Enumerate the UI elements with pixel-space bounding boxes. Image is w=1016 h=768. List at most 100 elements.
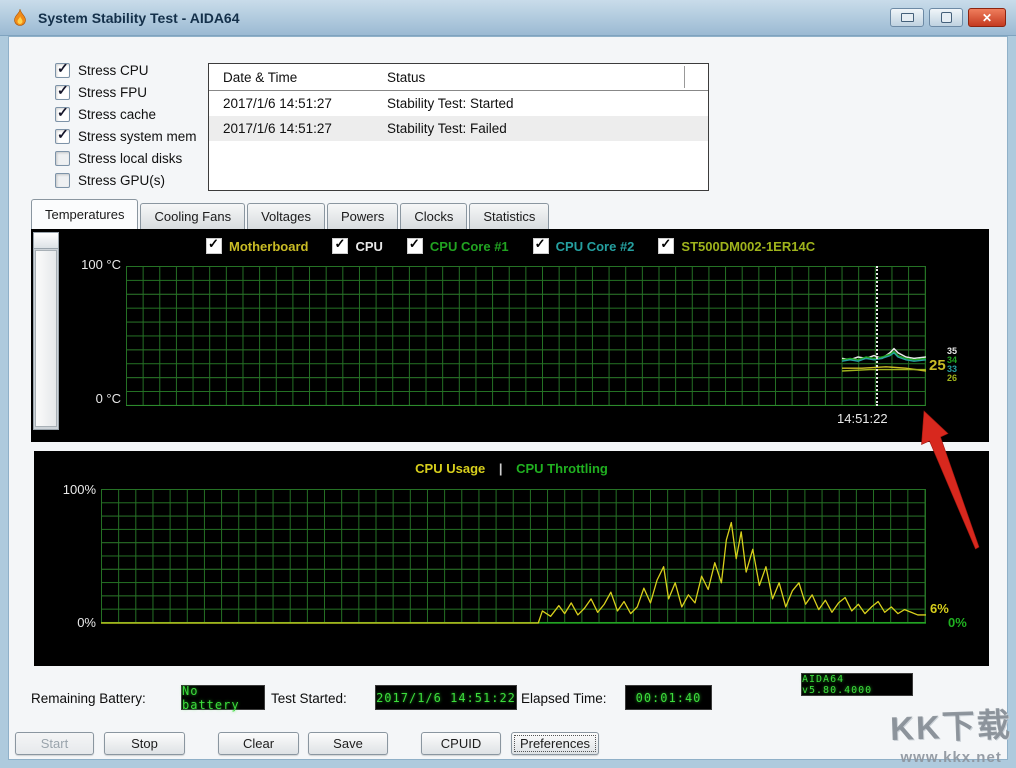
- temperature-legend: Motherboard CPU CPU Core #1 CPU Core #2 …: [206, 238, 815, 254]
- temperature-chart-panel: Motherboard CPU CPU Core #1 CPU Core #2 …: [31, 229, 989, 442]
- checkbox-icon[interactable]: [332, 238, 348, 254]
- cursor-time-label: 14:51:22: [837, 411, 888, 426]
- cpu-usage-series-lines: [101, 489, 926, 623]
- legend-label: CPU Core #1: [430, 239, 509, 254]
- scrollbar-up-button[interactable]: [34, 233, 58, 249]
- checkbox-icon[interactable]: [407, 238, 423, 254]
- restore-icon: [941, 12, 952, 23]
- legend-label: Motherboard: [229, 239, 308, 254]
- action-buttons: Start Stop Clear Save CPUID Preferences: [9, 732, 1009, 758]
- restore-button[interactable]: [929, 8, 963, 27]
- minimize-button[interactable]: [890, 8, 924, 27]
- preferences-button[interactable]: Preferences: [511, 732, 599, 755]
- clear-button[interactable]: Clear: [218, 732, 299, 755]
- cpu-throttling-title: CPU Throttling: [516, 461, 608, 476]
- column-header-status[interactable]: Status: [387, 70, 425, 85]
- y-axis-max-label: 100%: [58, 482, 96, 497]
- log-datetime: 2017/1/6 14:51:27: [209, 96, 387, 111]
- version-lcd: AIDA64 v5.80.4000: [801, 673, 913, 696]
- stress-option-fpu[interactable]: Stress FPU: [55, 81, 215, 103]
- table-row[interactable]: 2017/1/6 14:51:27 Stability Test: Failed: [209, 116, 708, 141]
- test-started-lcd: 2017/1/6 14:51:22: [375, 685, 517, 710]
- stop-button[interactable]: Stop: [104, 732, 185, 755]
- cpu-usage-chart-panel: CPU Usage | CPU Throttling 100% 0% 6% 0%: [34, 451, 989, 666]
- stress-option-label: Stress local disks: [78, 151, 182, 166]
- temperature-series-lines: [126, 266, 926, 406]
- checkbox-icon[interactable]: [658, 238, 674, 254]
- stress-option-local-disks[interactable]: Stress local disks: [55, 147, 215, 169]
- chart-tabs: Temperatures Cooling Fans Voltages Power…: [31, 199, 551, 229]
- tab-clocks[interactable]: Clocks: [400, 203, 467, 229]
- save-button[interactable]: Save: [308, 732, 388, 755]
- tab-powers[interactable]: Powers: [327, 203, 398, 229]
- titlebar[interactable]: System Stability Test - AIDA64 ✕: [0, 0, 1016, 36]
- legend-label: ST500DM002-1ER14C: [681, 239, 815, 254]
- checkbox-icon[interactable]: [55, 173, 70, 188]
- cpuid-button[interactable]: CPUID: [421, 732, 501, 755]
- stress-option-label: Stress CPU: [78, 63, 149, 78]
- tab-voltages[interactable]: Voltages: [247, 203, 325, 229]
- stress-option-label: Stress cache: [78, 107, 156, 122]
- status-bar: Remaining Battery: No battery Test Start…: [9, 681, 1009, 723]
- y-axis-min-label: 0 °C: [65, 391, 121, 406]
- battery-label: Remaining Battery:: [31, 691, 146, 706]
- scrollbar-thumb[interactable]: [35, 250, 57, 427]
- current-value-hdd: 26: [947, 374, 957, 383]
- tab-temperatures[interactable]: Temperatures: [31, 199, 138, 229]
- checkbox-icon[interactable]: [55, 85, 70, 100]
- window-title: System Stability Test - AIDA64: [38, 10, 240, 26]
- cpu-usage-title: CPU Usage: [415, 461, 485, 476]
- current-values-cluster: 35 34 33 26: [947, 347, 957, 383]
- temperature-plot: [126, 266, 926, 406]
- checkbox-icon[interactable]: [533, 238, 549, 254]
- legend-item-hdd[interactable]: ST500DM002-1ER14C: [658, 238, 815, 254]
- test-started-label: Test Started:: [271, 691, 347, 706]
- tab-cooling-fans[interactable]: Cooling Fans: [140, 203, 245, 229]
- log-status: Stability Test: Started: [387, 96, 514, 111]
- close-icon: ✕: [982, 12, 992, 24]
- close-button[interactable]: ✕: [968, 8, 1006, 27]
- stress-option-cache[interactable]: Stress cache: [55, 103, 215, 125]
- column-divider[interactable]: [684, 66, 685, 88]
- y-axis-max-label: 100 °C: [65, 257, 121, 272]
- stress-option-gpu[interactable]: Stress GPU(s): [55, 169, 215, 191]
- vertical-scrollbar[interactable]: [33, 232, 59, 430]
- column-header-datetime[interactable]: Date & Time: [209, 70, 387, 85]
- title-divider: |: [499, 461, 503, 476]
- checkbox-icon[interactable]: [55, 107, 70, 122]
- checkbox-icon[interactable]: [55, 129, 70, 144]
- cpu-chart-title: CPU Usage | CPU Throttling: [34, 461, 989, 476]
- app-window: System Stability Test - AIDA64 ✕ Stress …: [0, 0, 1016, 768]
- checkbox-icon[interactable]: [55, 151, 70, 166]
- current-value-motherboard: 25: [929, 357, 946, 374]
- minimize-icon: [901, 13, 914, 22]
- table-row[interactable]: 2017/1/6 14:51:27 Stability Test: Starte…: [209, 91, 708, 116]
- stress-options-list: Stress CPU Stress FPU Stress cache Stres…: [55, 59, 215, 191]
- legend-item-motherboard[interactable]: Motherboard: [206, 238, 308, 254]
- stress-option-system-mem[interactable]: Stress system mem: [55, 125, 215, 147]
- event-log-header[interactable]: Date & Time Status: [209, 64, 708, 91]
- current-throttling-value: 0%: [948, 615, 967, 630]
- y-axis-min-label: 0%: [58, 615, 96, 630]
- elapsed-time-label: Elapsed Time:: [521, 691, 607, 706]
- stress-option-label: Stress GPU(s): [78, 173, 165, 188]
- stress-option-cpu[interactable]: Stress CPU: [55, 59, 215, 81]
- tab-statistics[interactable]: Statistics: [469, 203, 549, 229]
- legend-item-cpu-core-2[interactable]: CPU Core #2: [533, 238, 635, 254]
- legend-label: CPU Core #2: [556, 239, 635, 254]
- log-datetime: 2017/1/6 14:51:27: [209, 121, 387, 136]
- checkbox-icon[interactable]: [206, 238, 222, 254]
- stress-option-label: Stress FPU: [78, 85, 147, 100]
- stress-option-label: Stress system mem: [78, 129, 197, 144]
- battery-lcd: No battery: [181, 685, 265, 710]
- time-cursor-line: [876, 266, 878, 406]
- legend-item-cpu-core-1[interactable]: CPU Core #1: [407, 238, 509, 254]
- checkbox-icon[interactable]: [55, 63, 70, 78]
- window-controls: ✕: [890, 8, 1006, 27]
- current-cpu-usage-value: 6%: [930, 601, 949, 616]
- cpu-usage-plot: [101, 489, 926, 623]
- start-button[interactable]: Start: [15, 732, 94, 755]
- legend-item-cpu[interactable]: CPU: [332, 238, 382, 254]
- aida64-flame-icon: [10, 8, 30, 28]
- client-area: Stress CPU Stress FPU Stress cache Stres…: [8, 36, 1008, 760]
